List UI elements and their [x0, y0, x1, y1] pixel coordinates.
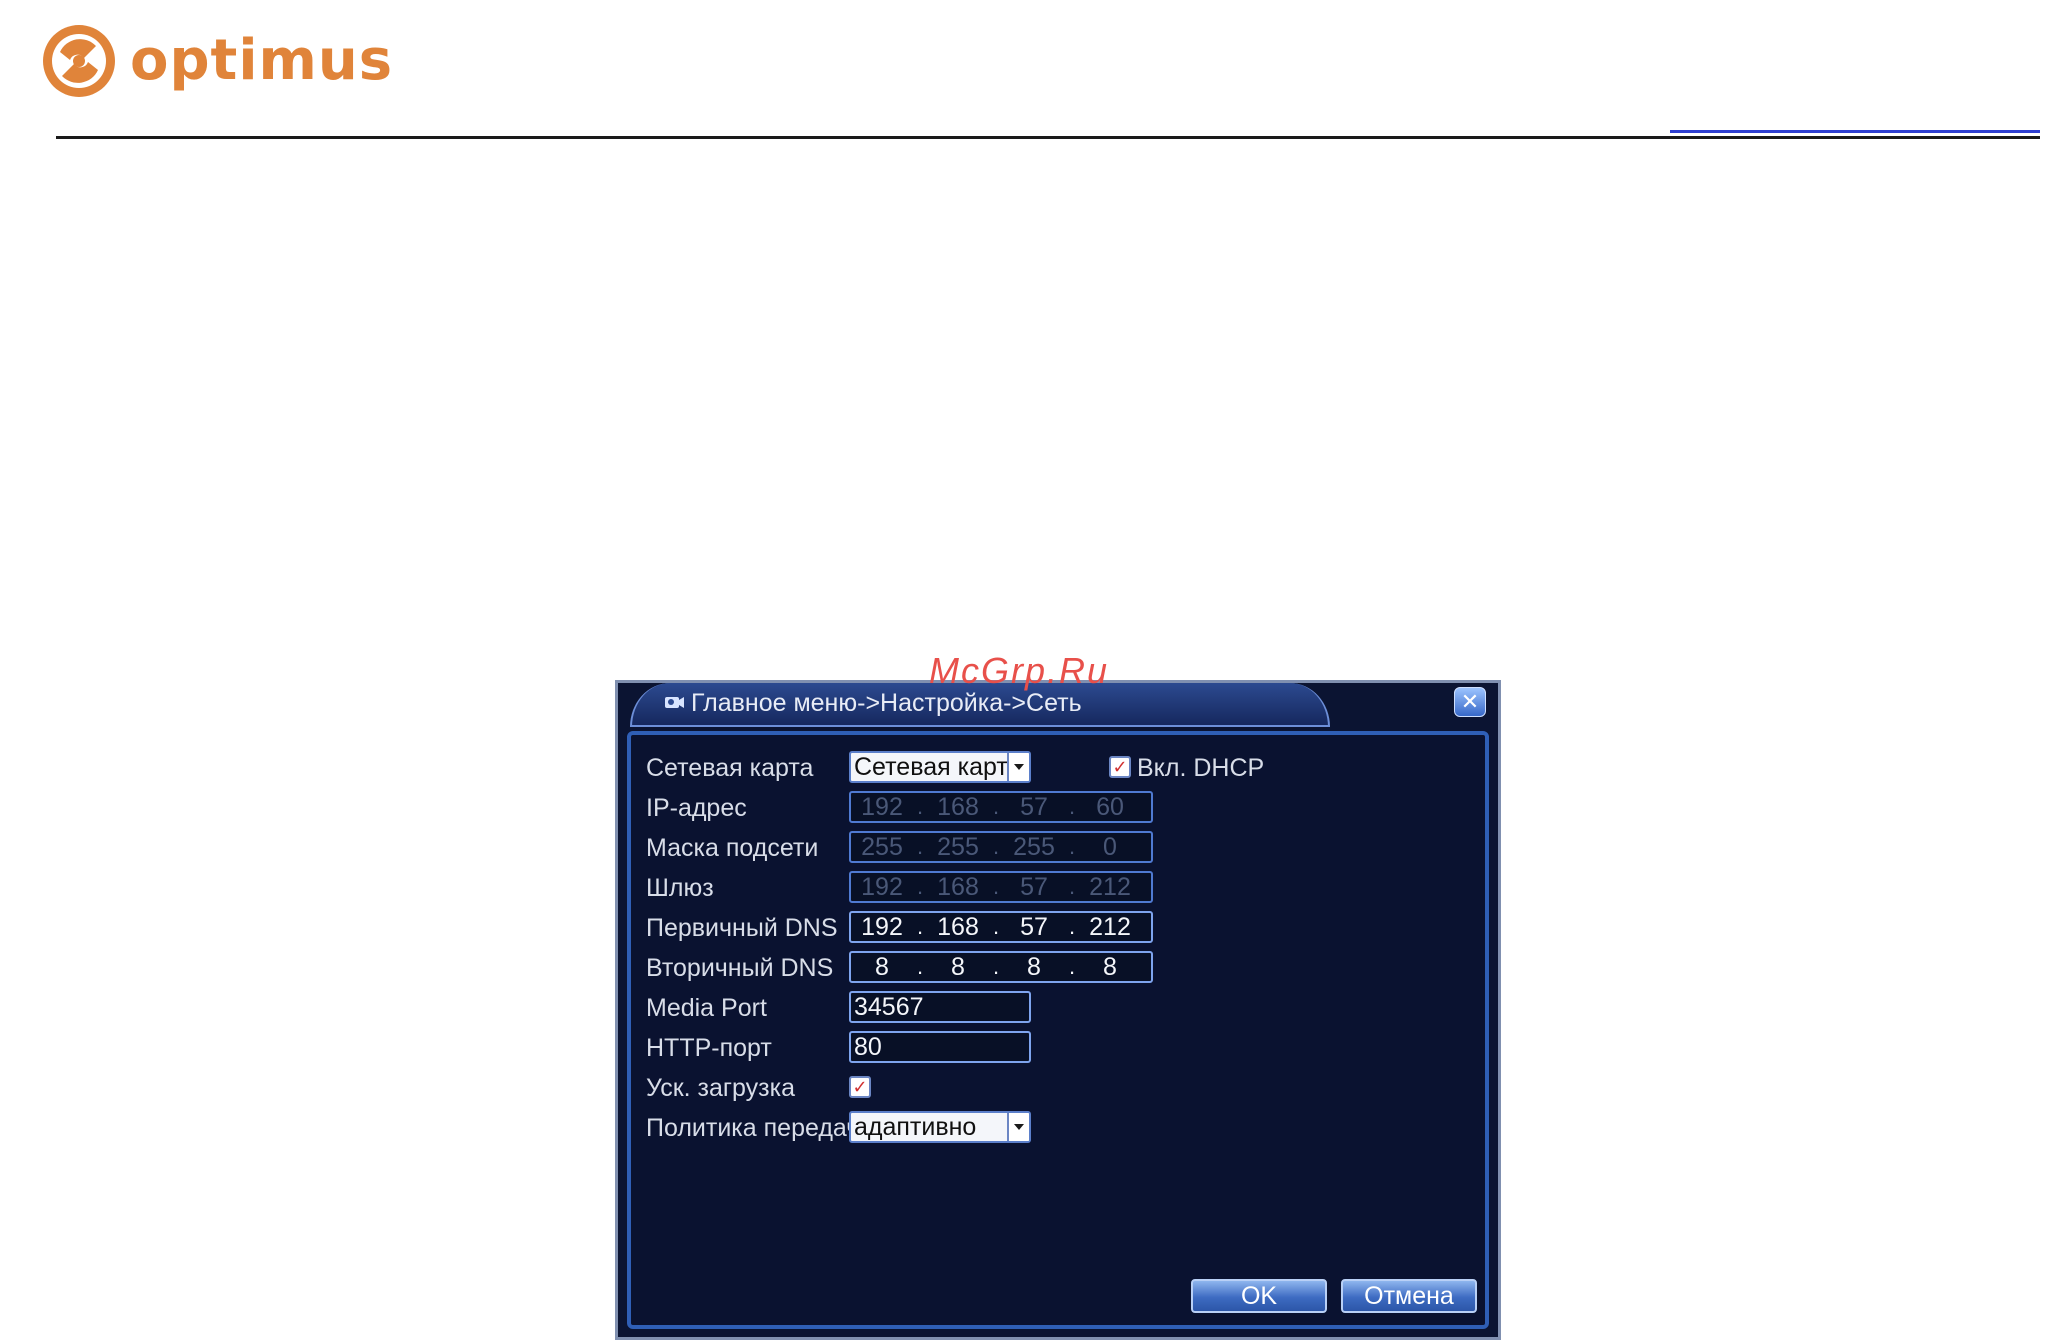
gateway-dot: .	[992, 874, 1000, 899]
dns1-dot: .	[916, 914, 924, 939]
ip-address-field[interactable]: 192. 168. 57. 60	[849, 791, 1153, 823]
mask-octet-4: 0	[1103, 833, 1117, 861]
dhcp-label: Вкл. DHCP	[1137, 754, 1265, 782]
chevron-down-icon	[1007, 1113, 1029, 1141]
dns2-dot: .	[916, 954, 924, 979]
row-network-card: Сетевая карта Сетевая карта ✓ Вкл. DHCP	[631, 751, 1485, 785]
gateway-octet-4: 212	[1089, 873, 1131, 901]
dns2-dot: .	[992, 954, 1000, 979]
dns2-octet-4: 8	[1103, 953, 1117, 981]
brand-name: optimus	[130, 28, 394, 93]
close-button[interactable]: ✕	[1454, 687, 1486, 717]
dns1-octet-3: 57	[1020, 913, 1048, 941]
mask-dot: .	[992, 834, 1000, 859]
primary-dns-label: Первичный DNS	[646, 914, 838, 942]
row-secondary-dns: Вторичный DNS 8. 8. 8. 8	[631, 951, 1485, 985]
fast-download-checkbox[interactable]: ✓	[849, 1076, 871, 1098]
mask-octet-1: 255	[861, 833, 903, 861]
ip-octet-4: 60	[1096, 793, 1124, 821]
mask-octet-3: 255	[1013, 833, 1055, 861]
transfer-policy-value: адаптивно	[854, 1113, 977, 1141]
ip-dot: .	[1068, 794, 1076, 819]
gateway-dot: .	[916, 874, 924, 899]
brand-logo: optimus	[40, 22, 393, 100]
dns2-octet-2: 8	[951, 953, 965, 981]
breadcrumb: Главное меню->Настройка->Сеть	[663, 689, 1082, 718]
fast-download-label: Уск. загрузка	[646, 1074, 795, 1102]
row-ip-address: IP-адрес 192. 168. 57. 60	[631, 791, 1485, 825]
http-port-input[interactable]: 80	[849, 1031, 1031, 1063]
dns1-dot: .	[992, 914, 1000, 939]
subnet-mask-field[interactable]: 255. 255. 255. 0	[849, 831, 1153, 863]
dns2-octet-1: 8	[875, 953, 889, 981]
gateway-octet-2: 168	[937, 873, 979, 901]
network-settings-dialog: Главное меню->Настройка->Сеть ✕ Сетевая …	[615, 680, 1501, 1340]
secondary-dns-field[interactable]: 8. 8. 8. 8	[849, 951, 1153, 983]
row-media-port: Media Port 34567	[631, 991, 1485, 1025]
settings-panel: Сетевая карта Сетевая карта ✓ Вкл. DHCP …	[627, 731, 1489, 1329]
dns2-octet-3: 8	[1027, 953, 1041, 981]
primary-dns-field[interactable]: 192. 168. 57. 212	[849, 911, 1153, 943]
header-divider	[56, 136, 2040, 139]
secondary-dns-label: Вторичный DNS	[646, 954, 834, 982]
row-subnet-mask: Маска подсети 255. 255. 255. 0	[631, 831, 1485, 865]
dns1-dot: .	[1068, 914, 1076, 939]
row-gateway: Шлюз 192. 168. 57. 212	[631, 871, 1485, 905]
transfer-policy-select[interactable]: адаптивно	[849, 1111, 1031, 1143]
row-http-port: HTTP-порт 80	[631, 1031, 1485, 1065]
ip-dot: .	[992, 794, 1000, 819]
dns2-dot: .	[1068, 954, 1076, 979]
dns1-octet-4: 212	[1089, 913, 1131, 941]
transfer-policy-label: Политика передачи	[646, 1114, 874, 1142]
subnet-mask-label: Маска подсети	[646, 834, 819, 862]
ip-dot: .	[916, 794, 924, 819]
camera-icon	[665, 696, 684, 708]
gateway-octet-3: 57	[1020, 873, 1048, 901]
ip-octet-1: 192	[861, 793, 903, 821]
network-card-label: Сетевая карта	[646, 754, 814, 782]
watermark-text: McGrp.Ru	[929, 650, 1110, 691]
gateway-dot: .	[1068, 874, 1076, 899]
chevron-down-icon	[1007, 753, 1029, 781]
row-fast-download: Уск. загрузка ✓	[631, 1071, 1485, 1105]
ip-octet-3: 57	[1020, 793, 1048, 821]
gateway-field[interactable]: 192. 168. 57. 212	[849, 871, 1153, 903]
row-primary-dns: Первичный DNS 192. 168. 57. 212	[631, 911, 1485, 945]
http-port-label: HTTP-порт	[646, 1034, 772, 1062]
optimus-logo-icon	[43, 25, 115, 97]
gateway-label: Шлюз	[646, 874, 714, 902]
header-link[interactable]	[1670, 130, 2040, 133]
cancel-button[interactable]: Отмена	[1341, 1279, 1477, 1313]
dns1-octet-1: 192	[861, 913, 903, 941]
mask-dot: .	[916, 834, 924, 859]
media-port-label: Media Port	[646, 994, 767, 1022]
ip-address-label: IP-адрес	[646, 794, 747, 822]
row-transfer-policy: Политика передачи адаптивно	[631, 1111, 1485, 1145]
close-icon: ✕	[1460, 689, 1480, 714]
dns1-octet-2: 168	[937, 913, 979, 941]
mask-octet-2: 255	[937, 833, 979, 861]
mask-dot: .	[1068, 834, 1076, 859]
gateway-octet-1: 192	[861, 873, 903, 901]
ok-button[interactable]: OK	[1191, 1279, 1327, 1313]
breadcrumb-text: Главное меню->Настройка->Сеть	[691, 689, 1082, 717]
network-card-select[interactable]: Сетевая карта	[849, 751, 1031, 783]
media-port-input[interactable]: 34567	[849, 991, 1031, 1023]
ip-octet-2: 168	[937, 793, 979, 821]
network-card-value: Сетевая карта	[854, 753, 1009, 781]
dhcp-checkbox[interactable]: ✓	[1109, 756, 1131, 778]
